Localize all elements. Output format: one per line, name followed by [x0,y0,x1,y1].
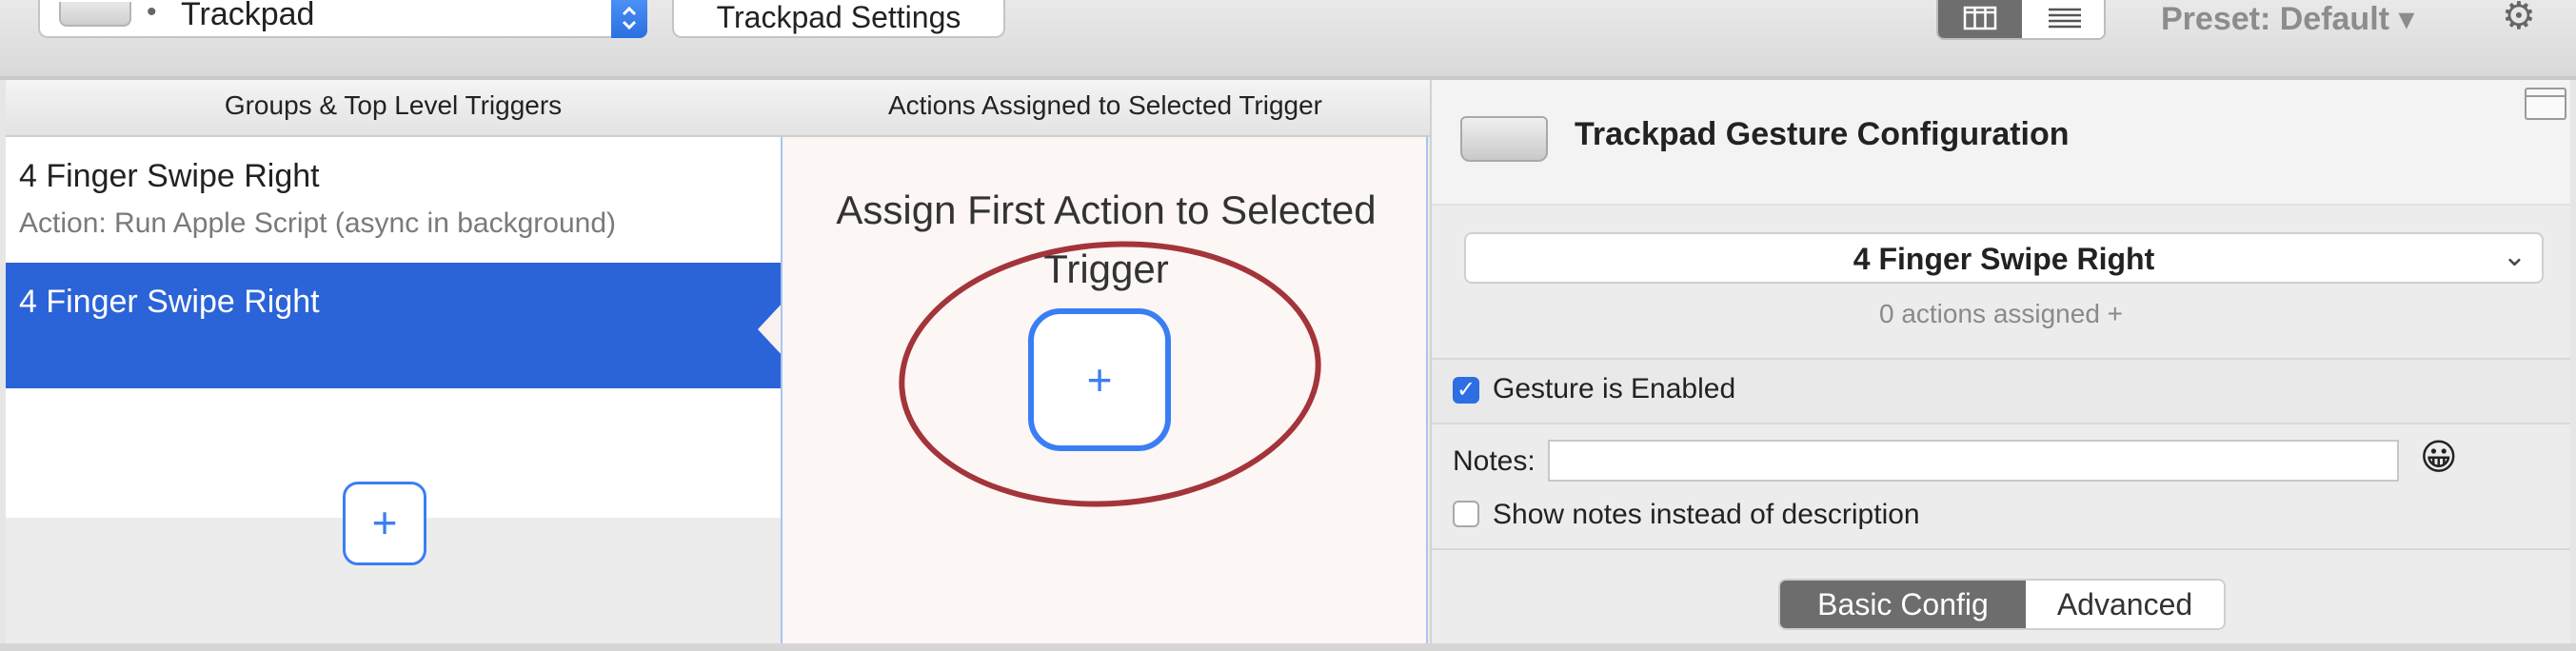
trackpad-icon [1460,116,1548,162]
view-toggle[interactable] [1936,0,2106,40]
select-stepper-icon[interactable] [611,0,647,38]
gesture-enabled-row: ✓ Gesture is Enabled [1432,360,2570,423]
gesture-select[interactable]: 4 Finger Swipe Right ⌄ [1464,232,2544,284]
gear-icon[interactable]: ⚙ [2502,0,2536,38]
device-select[interactable]: • Trackpad [38,0,647,38]
actions-header: Actions Assigned to Selected Trigger [781,80,1430,137]
trigger-row-selected[interactable]: 4 Finger Swipe Right [6,263,784,388]
emoji-picker-icon[interactable]: 😀 [2420,436,2458,479]
config-title: Trackpad Gesture Configuration [1575,116,2070,152]
trackpad-icon [59,2,131,27]
trigger-row[interactable]: 4 Finger Swipe Right Action: Run Apple S… [6,137,781,263]
triggers-panel: Groups & Top Level Triggers 4 Finger Swi… [6,80,784,643]
trigger-title: 4 Finger Swipe Right [19,284,320,320]
detach-window-icon[interactable] [2525,88,2566,120]
actions-area: Assign First Action to Selected Trigger … [781,137,1428,643]
device-bullet: • [147,0,157,28]
add-trigger-button[interactable]: + [343,482,426,565]
notes-field[interactable] [1548,440,2399,482]
column-view-icon[interactable] [1938,0,2022,38]
triggers-header: Groups & Top Level Triggers [6,80,781,137]
actions-assigned-count[interactable]: 0 actions assigned + [1432,299,2570,329]
toolbar: • Trackpad Trackpad Settings Preset: Def… [0,0,2576,80]
trackpad-settings-button[interactable]: Trackpad Settings [672,0,1005,38]
trigger-list: 4 Finger Swipe Right Action: Run Apple S… [6,137,784,565]
config-header: Trackpad Gesture Configuration [1432,80,2570,206]
tab-advanced[interactable]: Advanced [2026,581,2224,628]
divider [1432,548,2570,550]
config-tabs: Basic Config Advanced [1778,579,2226,630]
window-bottom-edge [0,643,2576,651]
preset-selector[interactable]: Preset: Default ▾ [2161,0,2414,38]
gesture-enabled-label: Gesture is Enabled [1493,373,1736,404]
gesture-config-panel: Trackpad Gesture Configuration 4 Finger … [1430,80,2570,643]
show-notes-label: Show notes instead of description [1493,499,1920,530]
gesture-enabled-checkbox[interactable]: ✓ [1453,377,1479,404]
notes-label: Notes: [1453,445,1536,477]
actions-panel: Actions Assigned to Selected Trigger Ass… [781,80,1430,643]
show-notes-checkbox[interactable] [1453,501,1479,527]
trigger-subtitle: Action: Run Apple Script (async in backg… [19,207,616,239]
trigger-title: 4 Finger Swipe Right [19,158,320,194]
list-view-icon[interactable] [2022,0,2104,38]
chevron-down-icon: ⌄ [2502,241,2526,272]
add-action-button[interactable]: + [1028,308,1171,451]
selected-gesture: 4 Finger Swipe Right [1853,242,2155,276]
device-label: Trackpad [181,0,315,32]
tab-basic-config[interactable]: Basic Config [1780,581,2026,628]
divider [1432,423,2570,424]
